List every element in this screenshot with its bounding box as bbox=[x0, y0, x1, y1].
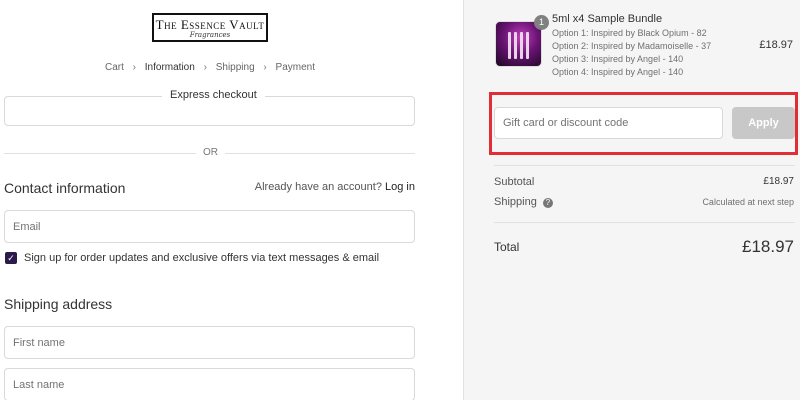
breadcrumb-shipping: Shipping bbox=[215, 62, 255, 73]
vial-shape bbox=[514, 32, 517, 59]
total-value: £18.97 bbox=[742, 237, 794, 256]
question-icon[interactable]: ? bbox=[542, 198, 553, 208]
shipping-value: Calculated at next step bbox=[702, 197, 794, 207]
product-name: 5ml x4 Sample Bundle bbox=[552, 13, 663, 25]
total-label: Total bbox=[494, 240, 520, 254]
checkout-main: The Essence Vault Fragrances Cart › Info… bbox=[0, 0, 463, 400]
last-name-input[interactable] bbox=[4, 368, 415, 400]
vial-shape bbox=[508, 32, 511, 59]
chevron-right-icon: › bbox=[263, 62, 267, 73]
account-prompt: Already have an account? bbox=[254, 181, 382, 193]
shipping-row: Shipping? bbox=[494, 196, 553, 208]
product-option: Option 1: Inspired by Black Opium - 82 bbox=[552, 28, 707, 38]
check-icon: ✓ bbox=[7, 253, 15, 263]
order-summary: 1 5ml x4 Sample Bundle Option 1: Inspire… bbox=[463, 0, 800, 400]
shipping-title: Shipping address bbox=[4, 296, 113, 312]
vial-shape bbox=[526, 32, 529, 59]
signup-label: Sign up for order updates and exclusive … bbox=[24, 252, 380, 264]
chevron-right-icon: › bbox=[132, 62, 136, 73]
product-option: Option 3: Inspired by Angel - 140 bbox=[552, 54, 684, 64]
breadcrumb-information: Information bbox=[144, 62, 195, 73]
signup-checkbox[interactable]: ✓ bbox=[5, 252, 17, 264]
email-input[interactable] bbox=[4, 210, 415, 243]
breadcrumb: Cart › Information › Shipping › Payment bbox=[0, 62, 420, 73]
logo-subtitle: Fragrances bbox=[189, 31, 231, 39]
summary-divider bbox=[494, 222, 795, 223]
shipping-label: Shipping bbox=[494, 196, 537, 208]
product-price: £18.97 bbox=[759, 39, 793, 51]
product-thumbnail bbox=[495, 21, 542, 67]
discount-code-input[interactable] bbox=[494, 107, 723, 139]
breadcrumb-payment: Payment bbox=[275, 62, 316, 73]
contact-title: Contact information bbox=[4, 180, 126, 196]
express-checkout-label: Express checkout bbox=[162, 89, 265, 101]
chevron-right-icon: › bbox=[203, 62, 207, 73]
subtotal-label: Subtotal bbox=[494, 176, 535, 188]
breadcrumb-cart[interactable]: Cart bbox=[105, 62, 124, 73]
logo-title: The Essence Vault bbox=[155, 17, 265, 32]
login-link[interactable]: Log in bbox=[385, 181, 415, 193]
first-name-input[interactable] bbox=[4, 326, 415, 359]
apply-button[interactable]: Apply bbox=[732, 107, 795, 139]
summary-divider bbox=[494, 165, 795, 166]
vial-shape bbox=[520, 32, 523, 59]
product-option: Option 4: Inspired by Angel - 140 bbox=[552, 67, 684, 77]
or-label: OR bbox=[196, 147, 225, 158]
store-logo[interactable]: The Essence Vault Fragrances bbox=[152, 13, 268, 42]
product-option: Option 2: Inspired by Madamoiselle - 37 bbox=[552, 41, 712, 51]
login-prompt: Already have an account? Log in bbox=[255, 181, 415, 193]
subtotal-value: £18.97 bbox=[763, 176, 794, 187]
quantity-badge: 1 bbox=[534, 15, 549, 30]
